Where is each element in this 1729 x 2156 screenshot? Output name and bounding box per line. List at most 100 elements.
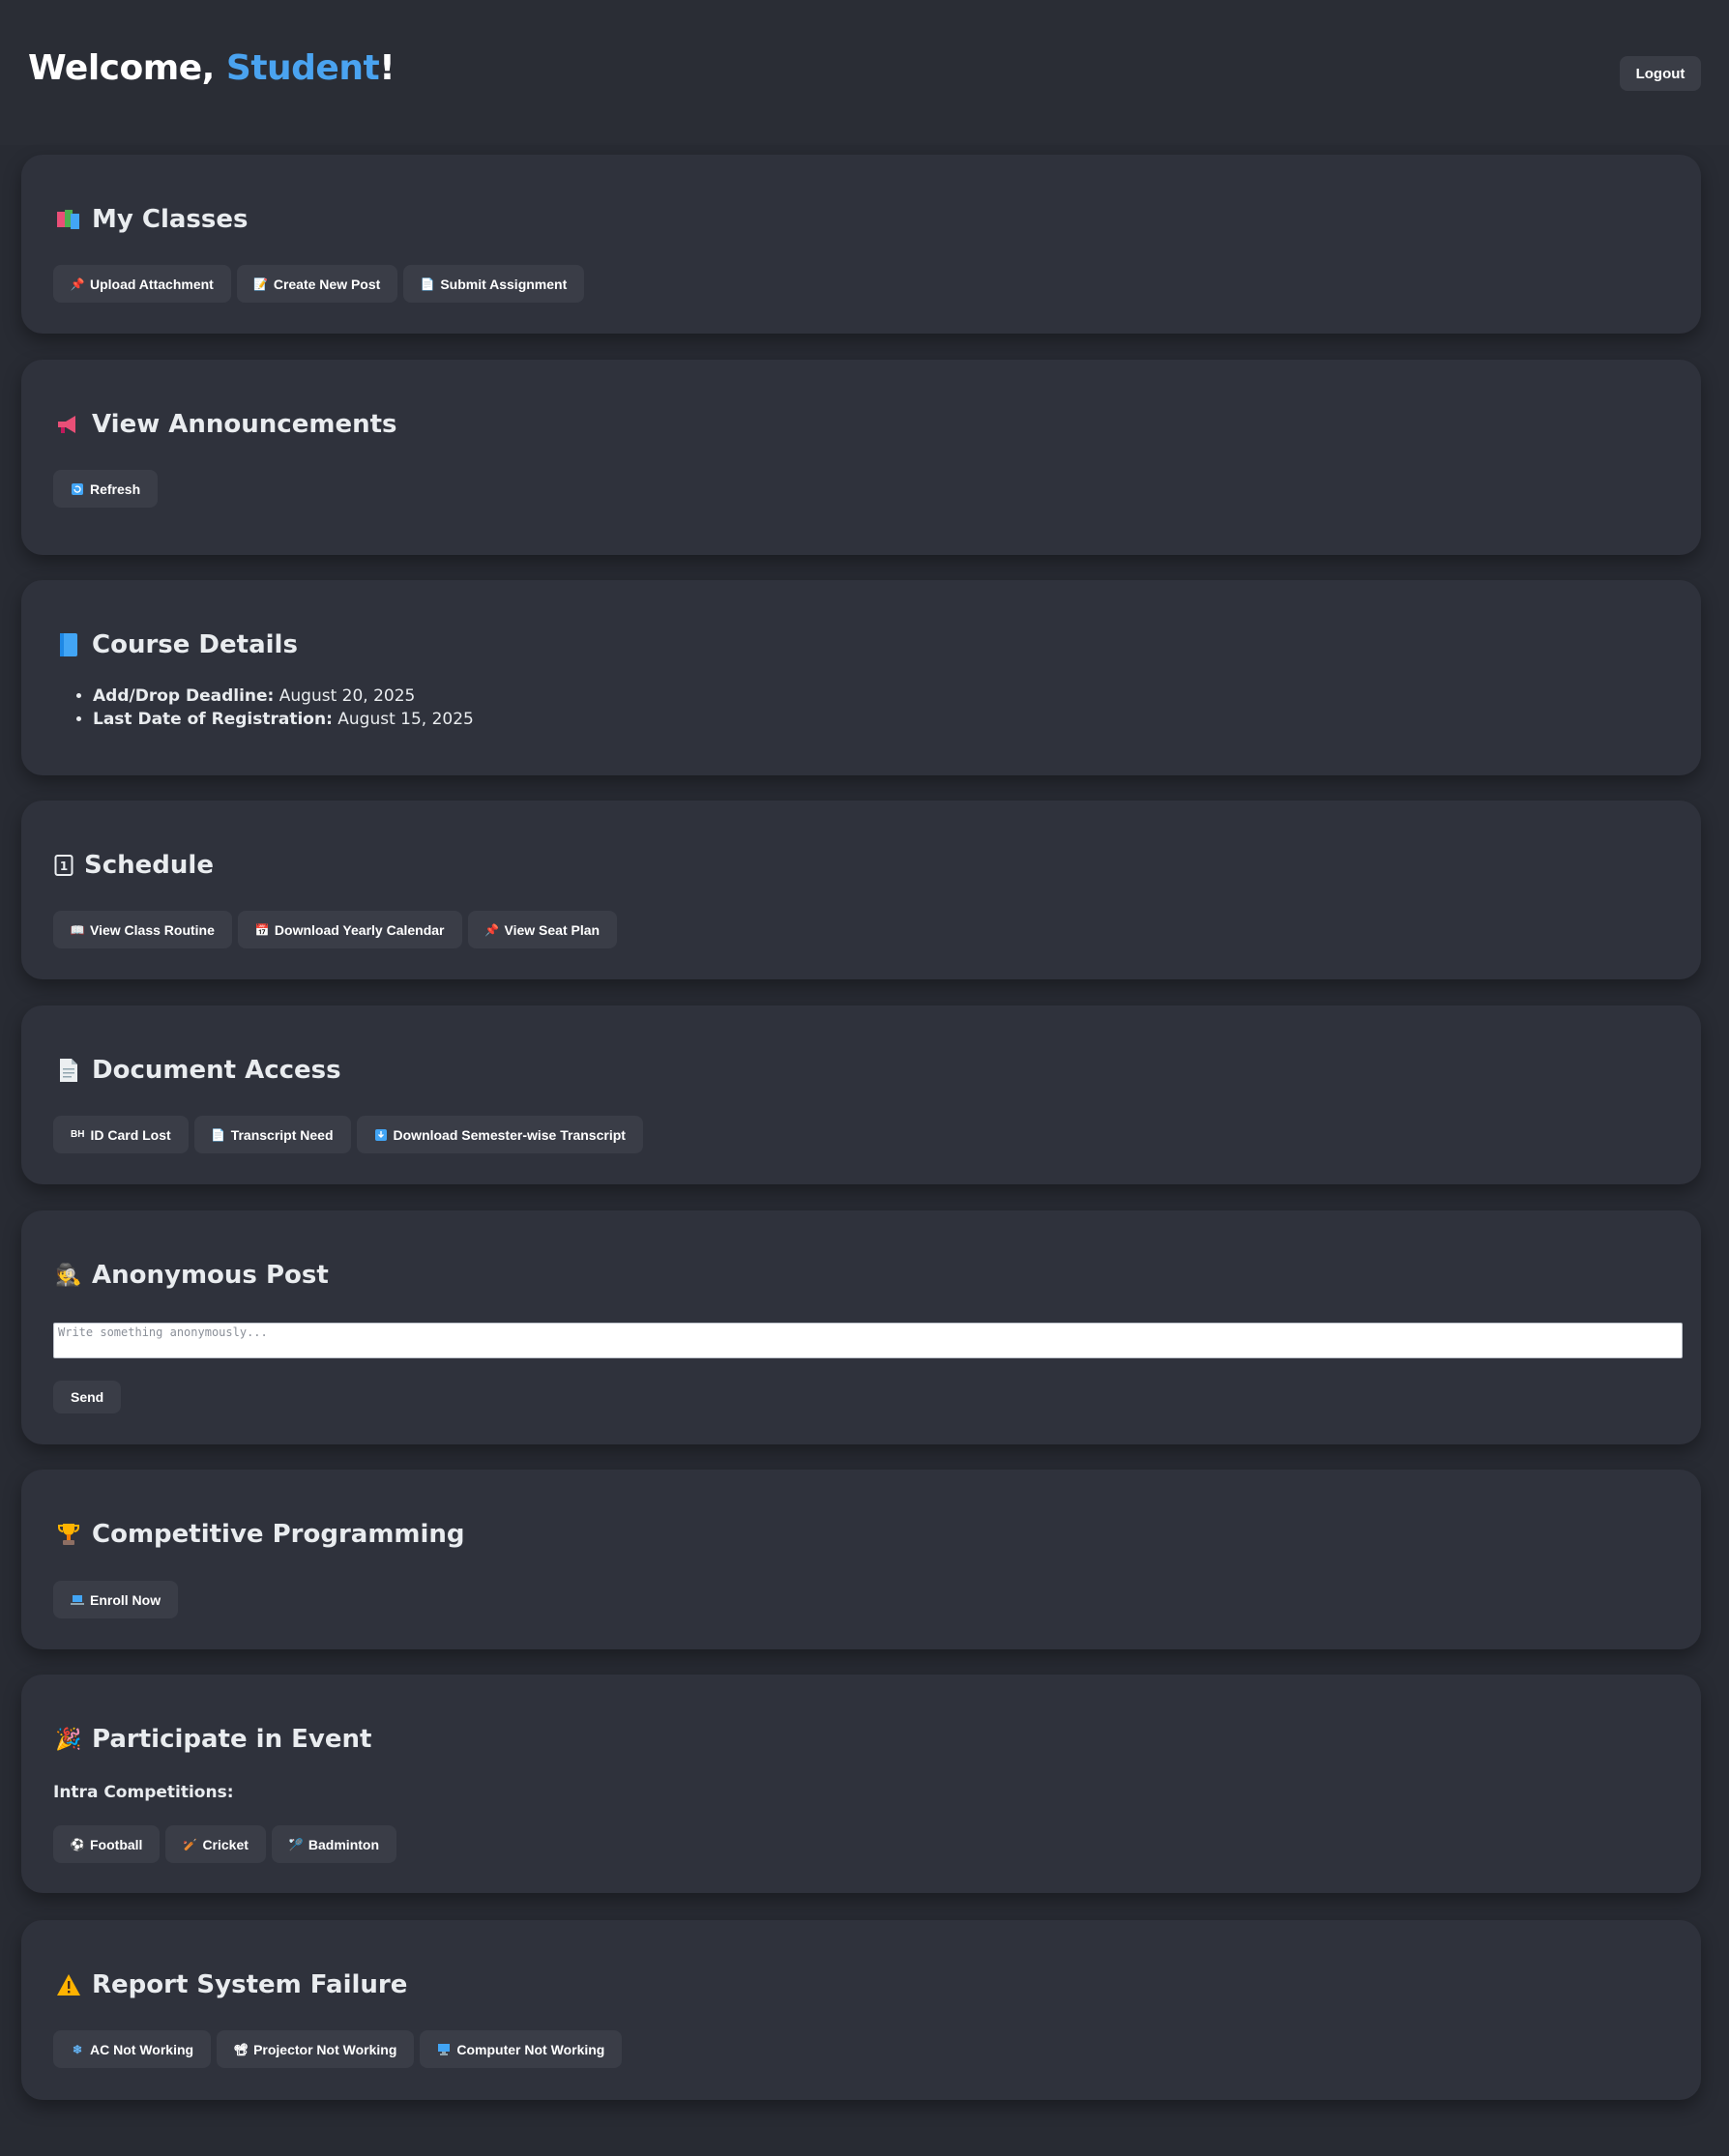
download-yearly-calendar-button[interactable]: 📅 Download Yearly Calendar [237,911,462,948]
calendar-icon: 📅 [254,922,270,937]
projector-not-working-button[interactable]: 📽 Projector Not Working [217,2030,415,2068]
football-icon: ⚽ [70,1837,85,1851]
badminton-button[interactable]: 🏸 Badminton [271,1825,397,1863]
download-yearly-calendar-label: Download Yearly Calendar [274,921,445,938]
course-details-title: Course Details [55,630,298,659]
announcements-card: View Announcements Refresh [21,360,1701,555]
ac-not-working-button[interactable]: ❄ AC Not Working [53,2030,212,2068]
upload-attachment-label: Upload Attachment [90,276,214,292]
projector-not-working-label: Projector Not Working [253,2041,397,2057]
intra-competitions-label: Intra Competitions: [53,1783,234,1802]
ac-not-working-label: AC Not Working [90,2041,194,2057]
football-button[interactable]: ⚽ Football [53,1825,161,1863]
my-classes-title: My Classes [55,205,248,234]
download-transcript-button[interactable]: Download Semester-wise Transcript [356,1116,643,1153]
send-button[interactable]: Send [53,1381,122,1413]
add-drop-deadline-value: August 20, 2025 [274,686,416,706]
transcript-need-button[interactable]: 📄 Transcript Need [193,1116,351,1153]
anonymous-post-card: 🕵️ Anonymous Post Send [21,1210,1701,1444]
computer-icon [437,2043,451,2055]
pushpin-icon: 📌 [70,277,85,291]
svg-text:1: 1 [60,859,68,873]
football-label: Football [90,1836,143,1852]
anonymous-post-input[interactable] [53,1323,1683,1358]
course-details-list: Add/Drop Deadline: August 20, 2025 Last … [93,686,474,733]
submit-assignment-label: Submit Assignment [440,276,568,292]
registration-date-label: Last Date of Registration: [93,710,333,729]
snowflake-icon: ❄ [72,2042,83,2056]
course-details-title-text: Course Details [92,630,298,659]
memo-icon: 📝 [253,277,269,291]
report-failure-title-text: Report System Failure [92,1970,408,1999]
course-details-card: Course Details Add/Drop Deadline: August… [21,580,1701,775]
document-icon [55,1057,82,1084]
books-icon [55,206,82,233]
download-icon [374,1128,388,1141]
refresh-label: Refresh [90,481,141,497]
blue-book-icon [55,631,82,658]
add-drop-deadline-label: Add/Drop Deadline: [93,686,275,706]
enroll-now-label: Enroll Now [90,1591,161,1608]
cricket-button[interactable]: 🏏 Cricket [165,1825,266,1863]
view-seat-plan-button[interactable]: 📌 View Seat Plan [467,911,618,948]
dashboard-page: Welcome, Student! Logout My Classes 📌 Upl… [0,0,1729,2156]
participate-event-title: 🎉 Participate in Event [55,1725,371,1754]
participate-event-title-text: Participate in Event [92,1725,372,1754]
add-drop-deadline-item: Add/Drop Deadline: August 20, 2025 [93,686,474,706]
badminton-label: Badminton [308,1836,380,1852]
refresh-icon [71,482,84,495]
welcome-exclaim: ! [379,48,396,88]
competitive-programming-card: Competitive Programming Enroll Now [21,1470,1701,1649]
computer-not-working-label: Computer Not Working [456,2041,605,2057]
enroll-now-button[interactable]: Enroll Now [53,1581,179,1618]
page-icon: 📄 [420,277,435,291]
megaphone-icon [55,411,82,438]
participate-event-card: 🎉 Participate in Event Intra Competition… [21,1675,1701,1893]
document-access-title-text: Document Access [92,1056,341,1085]
schedule-title-text: Schedule [84,851,214,880]
view-seat-plan-label: View Seat Plan [504,921,601,938]
upload-attachment-button[interactable]: 📌 Upload Attachment [53,265,231,303]
my-classes-card: My Classes 📌 Upload Attachment 📝 Create Ne… [21,155,1701,334]
document-access-card: Document Access ВН ID Card Lost 📄 Transcri… [21,1005,1701,1184]
warning-icon [55,1971,82,1998]
book-icon: 📖 [70,922,85,937]
user-name: Student [225,48,380,88]
projector-icon: 📽 [233,2042,249,2056]
competitive-programming-title: Competitive Programming [55,1520,465,1549]
cricket-icon: 🏏 [182,1837,197,1851]
schedule-title: 1 Schedule [53,851,214,880]
laptop-icon [71,1594,84,1606]
welcome-heading: Welcome, Student! [28,48,396,88]
announcements-title-text: View Announcements [92,410,397,439]
party-popper-icon: 🎉 [55,1727,82,1752]
submit-assignment-button[interactable]: 📄 Submit Assignment [403,265,585,303]
refresh-button[interactable]: Refresh [53,470,159,508]
logout-button[interactable]: Logout [1620,56,1701,91]
announcements-title: View Announcements [55,410,397,439]
detective-icon: 🕵️ [55,1263,82,1288]
transcript-need-label: Transcript Need [230,1126,334,1143]
computer-not-working-button[interactable]: Computer Not Working [420,2030,623,2068]
pushpin-icon: 📌 [484,922,499,937]
id-card-lost-button[interactable]: ВН ID Card Lost [53,1116,189,1153]
document-access-title: Document Access [55,1056,341,1085]
my-classes-title-text: My Classes [92,205,249,234]
cricket-label: Cricket [202,1836,249,1852]
competitive-programming-title-text: Competitive Programming [92,1520,465,1549]
id-card-lost-label: ID Card Lost [90,1126,171,1143]
anonymous-post-title-text: Anonymous Post [92,1261,329,1290]
view-class-routine-button[interactable]: 📖 View Class Routine [53,911,232,948]
schedule-card: 1 Schedule 📖 View Class Routine 📅 Download… [21,801,1701,979]
report-failure-title: Report System Failure [55,1970,407,1999]
registration-date-value: August 15, 2025 [332,710,474,729]
download-transcript-label: Download Semester-wise Transcript [393,1126,626,1143]
number-one-icon: 1 [53,852,74,879]
welcome-text: Welcome, [28,48,226,88]
create-new-post-button[interactable]: 📝 Create New Post [236,265,398,303]
id-icon: ВН [71,1129,85,1140]
trophy-icon [55,1521,82,1548]
badminton-icon: 🏸 [288,1837,304,1851]
header: Welcome, Student! Logout [0,0,1729,145]
anonymous-post-title: 🕵️ Anonymous Post [55,1261,329,1290]
